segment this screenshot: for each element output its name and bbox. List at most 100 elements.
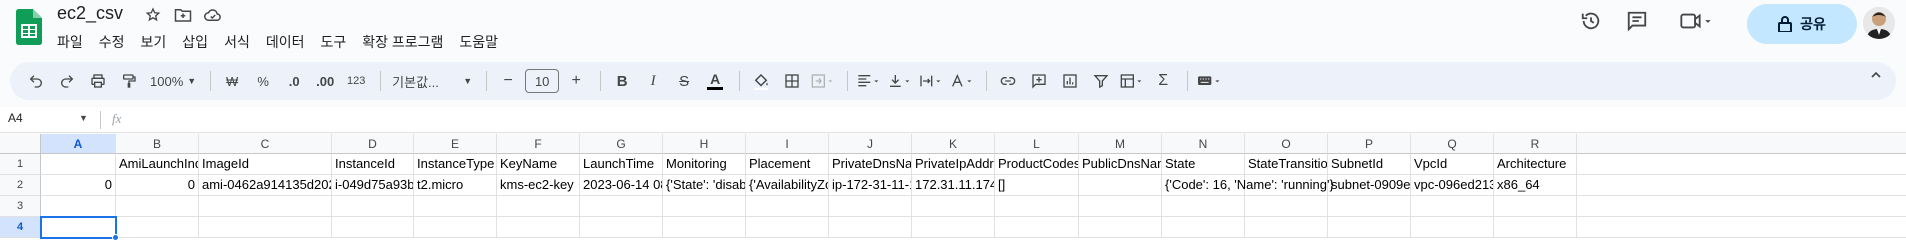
cell-f2[interactable]: kms-ec2-key	[497, 175, 580, 196]
cell-a2[interactable]: 0	[41, 175, 116, 196]
column-header-c[interactable]: C	[199, 134, 332, 154]
column-header-k[interactable]: K	[912, 134, 995, 154]
input-tools-icon[interactable]	[1195, 67, 1225, 95]
cell-l3[interactable]	[995, 196, 1079, 217]
cell-l2[interactable]: []	[995, 175, 1079, 196]
cell-i2[interactable]: {'AvailabilityZone	[746, 175, 829, 196]
cell-b1[interactable]: AmiLaunchIndex	[116, 154, 199, 175]
text-wrap-icon[interactable]	[917, 67, 945, 95]
cell-c2[interactable]: ami-0462a914135d20297	[199, 175, 332, 196]
cell-j2[interactable]: ip-172-31-11-174	[829, 175, 912, 196]
cell-e3[interactable]	[414, 196, 497, 217]
move-folder-icon[interactable]	[173, 5, 193, 25]
cell-q4[interactable]	[1411, 217, 1494, 238]
cell-o4[interactable]	[1245, 217, 1328, 238]
cell-b3[interactable]	[116, 196, 199, 217]
cell-r1[interactable]: Architecture	[1494, 154, 1577, 175]
comments-icon[interactable]	[1624, 8, 1650, 34]
zoom-select[interactable]: 100% ▼	[146, 67, 200, 95]
cell-i4[interactable]	[746, 217, 829, 238]
cell-d3[interactable]	[332, 196, 414, 217]
column-header-m[interactable]: M	[1079, 134, 1162, 154]
cell-g1[interactable]: LaunchTime	[580, 154, 663, 175]
cell-n1[interactable]: State	[1162, 154, 1245, 175]
row-header-2[interactable]: 2	[0, 175, 41, 196]
history-icon[interactable]	[1578, 8, 1604, 34]
cell-a1[interactable]	[41, 154, 116, 175]
insert-comment-icon[interactable]	[1025, 67, 1053, 95]
cell-k2[interactable]: 172.31.11.174	[912, 175, 995, 196]
star-icon[interactable]	[143, 5, 163, 25]
font-size-input[interactable]: 10	[525, 69, 560, 93]
strikethrough-button[interactable]: S	[670, 67, 698, 95]
column-header-e[interactable]: E	[414, 134, 497, 154]
cell-p1[interactable]: SubnetId	[1328, 154, 1411, 175]
cloud-status-icon[interactable]	[203, 5, 223, 25]
cell-l1[interactable]: ProductCodes	[995, 154, 1079, 175]
cell-h2[interactable]: {'State': 'disablec	[663, 175, 746, 196]
cell-q1[interactable]: VpcId	[1411, 154, 1494, 175]
row-header-1[interactable]: 1	[0, 154, 41, 175]
increase-font-size-button[interactable]: +	[562, 67, 590, 95]
menu-extensions[interactable]: 확장 프로그램	[362, 30, 451, 54]
column-header-b[interactable]: B	[116, 134, 199, 154]
paint-format-icon[interactable]	[115, 67, 143, 95]
cell-b4[interactable]	[116, 217, 199, 238]
text-color-button[interactable]: A	[701, 67, 729, 95]
horizontal-align-icon[interactable]	[855, 67, 883, 95]
cell-n4[interactable]	[1162, 217, 1245, 238]
cell-f1[interactable]: KeyName	[497, 154, 580, 175]
column-header-i[interactable]: I	[746, 134, 829, 154]
column-header-q[interactable]: Q	[1411, 134, 1494, 154]
cell-i1[interactable]: Placement	[746, 154, 829, 175]
cell-e4[interactable]	[414, 217, 497, 238]
insert-link-icon[interactable]	[994, 67, 1022, 95]
cell-g3[interactable]	[580, 196, 663, 217]
cell-e1[interactable]: InstanceType	[414, 154, 497, 175]
cell-r3[interactable]	[1494, 196, 1577, 217]
format-currency-button[interactable]: ₩	[218, 67, 246, 95]
cell-c3[interactable]	[199, 196, 332, 217]
functions-button[interactable]: Σ	[1149, 67, 1177, 95]
cell-m3[interactable]	[1079, 196, 1162, 217]
column-header-n[interactable]: N	[1162, 134, 1245, 154]
cell-p3[interactable]	[1328, 196, 1411, 217]
cell-i3[interactable]	[746, 196, 829, 217]
cell-h3[interactable]	[663, 196, 746, 217]
menu-format[interactable]: 서식	[224, 30, 258, 54]
cell-k3[interactable]	[912, 196, 995, 217]
cell-o3[interactable]	[1245, 196, 1328, 217]
print-icon[interactable]	[84, 67, 112, 95]
collapse-toolbar-icon[interactable]	[1868, 67, 1884, 88]
redo-icon[interactable]	[53, 67, 81, 95]
cell-c1[interactable]: ImageId	[199, 154, 332, 175]
format-percent-button[interactable]: %	[249, 67, 277, 95]
meet-video-icon[interactable]	[1676, 8, 1716, 34]
column-header-p[interactable]: P	[1328, 134, 1411, 154]
cell-j4[interactable]	[829, 217, 912, 238]
sheets-logo[interactable]	[16, 9, 42, 45]
spreadsheet-grid[interactable]: ABCDEFGHIJKLMNOPQR 1234 AmiLaunchIndexImag…	[0, 134, 1906, 246]
decrease-decimal-button[interactable]: .0	[280, 67, 308, 95]
cell-l4[interactable]	[995, 217, 1079, 238]
menu-help[interactable]: 도움말	[459, 30, 506, 54]
vertical-align-icon[interactable]	[886, 67, 914, 95]
bold-button[interactable]: B	[608, 67, 636, 95]
column-header-a[interactable]: A	[41, 134, 116, 154]
cell-m1[interactable]: PublicDnsName	[1079, 154, 1162, 175]
cell-n2[interactable]: {'Code': 16, 'Name': 'running'}	[1162, 175, 1334, 196]
column-header-f[interactable]: F	[497, 134, 580, 154]
column-header-l[interactable]: L	[995, 134, 1079, 154]
document-title[interactable]: ec2_csv	[57, 3, 123, 24]
menu-insert[interactable]: 삽입	[182, 30, 216, 54]
cell-o1[interactable]: StateTransitionReason	[1245, 154, 1328, 175]
cell-m2[interactable]	[1079, 175, 1162, 196]
cell-h4[interactable]	[663, 217, 746, 238]
borders-icon[interactable]	[778, 67, 806, 95]
cell-r4[interactable]	[1494, 217, 1577, 238]
column-header-h[interactable]: H	[663, 134, 746, 154]
column-header-j[interactable]: J	[829, 134, 912, 154]
filter-icon[interactable]	[1087, 67, 1115, 95]
number-format-button[interactable]: 123	[342, 67, 370, 95]
cell-c4[interactable]	[199, 217, 332, 238]
